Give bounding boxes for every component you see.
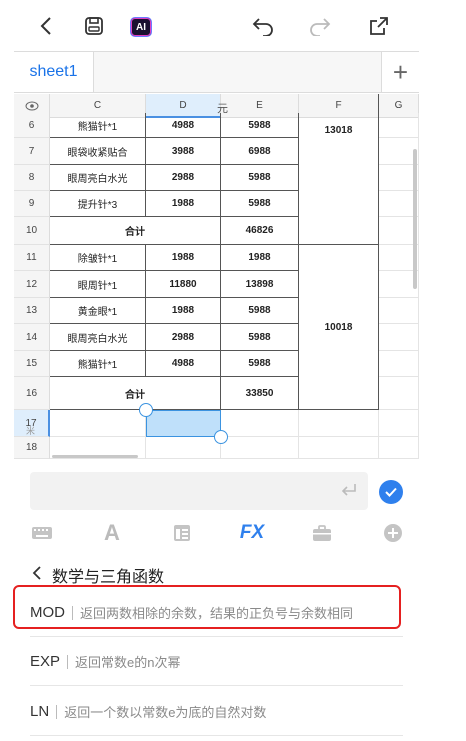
cell-c9[interactable]: 提升针*3 [50, 191, 146, 217]
function-item-exp[interactable]: EXP 返回常数e的n次幂 [30, 638, 403, 686]
cell-c17[interactable] [50, 410, 146, 437]
row-header-9[interactable]: 9 [14, 191, 50, 217]
cell-f-merged-2[interactable]: 10018 [299, 245, 379, 410]
cell-g6[interactable] [379, 113, 419, 138]
return-icon[interactable] [340, 482, 358, 503]
cell-d14[interactable]: 2988 [146, 324, 221, 351]
function-item-ln[interactable]: LN 返回一个数以常数e为底的自然对数 [30, 688, 403, 736]
keyboard-icon[interactable] [30, 519, 54, 547]
cell-c6[interactable]: 熊猫针*1 [50, 113, 146, 138]
cell-g15[interactable] [379, 351, 419, 377]
cell-c7[interactable]: 眼袋收紧贴合 [50, 138, 146, 165]
cell-e15[interactable]: 5988 [221, 351, 299, 377]
selected-cell-d17[interactable] [146, 410, 221, 437]
cell-f18[interactable] [299, 437, 379, 459]
save-icon[interactable] [80, 12, 108, 40]
row-header-15[interactable]: 15 [14, 351, 50, 377]
row-header-14[interactable]: 14 [14, 324, 50, 351]
cell-c13[interactable]: 黄金眼*1 [50, 298, 146, 324]
selection-handle-bottom-right[interactable] [214, 430, 228, 444]
function-description: 返回常数e的n次幂 [75, 655, 181, 670]
add-circle-icon[interactable] [382, 519, 404, 547]
row-header-8[interactable]: 8 [14, 165, 50, 191]
redo-icon[interactable] [306, 12, 334, 40]
function-tab[interactable]: FX [239, 519, 265, 547]
cell-d15[interactable]: 4988 [146, 351, 221, 377]
undo-icon[interactable] [249, 12, 277, 40]
cell-e9[interactable]: 5988 [221, 191, 299, 217]
cell-e17[interactable] [221, 410, 299, 437]
add-sheet-button[interactable]: + [381, 52, 419, 92]
cell-g13[interactable] [379, 298, 419, 324]
cell-f-merged-1[interactable]: 13018 [299, 94, 379, 245]
horizontal-scrollbar[interactable] [52, 455, 138, 458]
chevron-left-icon[interactable] [32, 12, 60, 40]
cell-d18[interactable] [146, 437, 221, 459]
cell-e12[interactable]: 13898 [221, 271, 299, 298]
cell-c15[interactable]: 熊猫针*1 [50, 351, 146, 377]
toolbox-icon[interactable] [311, 519, 333, 547]
function-description: 返回一个数以常数e为底的自然对数 [64, 705, 267, 720]
cell-d8[interactable]: 2988 [146, 165, 221, 191]
cell-d7[interactable]: 3988 [146, 138, 221, 165]
cell-g14[interactable] [379, 324, 419, 351]
row-header-13[interactable]: 13 [14, 298, 50, 324]
cell-format-icon[interactable] [172, 519, 192, 547]
function-category-title: 数学与三角函数 [52, 569, 165, 586]
text-format-icon[interactable]: A [101, 519, 123, 547]
cell-e14[interactable]: 5988 [221, 324, 299, 351]
row-header-7[interactable]: 7 [14, 138, 50, 165]
row-header-18[interactable]: 18 [14, 437, 50, 459]
cell-e11[interactable]: 1988 [221, 245, 299, 271]
cell-d13[interactable]: 1988 [146, 298, 221, 324]
share-icon[interactable] [365, 12, 393, 40]
cell-c14[interactable]: 眼周亮白水光 [50, 324, 146, 351]
cell-g18[interactable] [379, 437, 419, 459]
cell-c16[interactable]: 合计 [50, 377, 221, 410]
tab-sheet1[interactable]: sheet1 [14, 52, 94, 92]
cell-e16[interactable]: 33850 [221, 377, 299, 410]
confirm-button[interactable] [379, 480, 403, 504]
row-header-6[interactable]: 6 [14, 113, 50, 138]
cell-c10[interactable]: 合计 [50, 217, 221, 245]
cell-e6[interactable]: 5988 [221, 113, 299, 138]
cell-d11[interactable]: 1988 [146, 245, 221, 271]
check-icon [385, 487, 397, 497]
ai-badge[interactable]: AI [130, 17, 152, 37]
cell-e13[interactable]: 5988 [221, 298, 299, 324]
row-17-glyph: 米 [26, 426, 36, 436]
cell-d6[interactable]: 4988 [146, 113, 221, 138]
cell-d9[interactable]: 1988 [146, 191, 221, 217]
row-header-12[interactable]: 12 [14, 271, 50, 298]
divider [67, 654, 69, 669]
cell-c12[interactable]: 眼周针*1 [50, 271, 146, 298]
row-header-10[interactable]: 10 [14, 217, 50, 245]
cell-c11[interactable]: 除皱针*1 [50, 245, 146, 271]
eye-icon [25, 101, 38, 110]
cell-c8[interactable]: 眼周亮白水光 [50, 165, 146, 191]
cell-d12[interactable]: 11880 [146, 271, 221, 298]
selection-handle-top-left[interactable] [139, 403, 153, 417]
function-name: EXP [30, 653, 61, 670]
top-toolbar: AI [0, 0, 466, 52]
highlight-annotation [13, 585, 401, 629]
cell-e18[interactable] [221, 437, 299, 459]
chevron-left-icon[interactable] [32, 564, 42, 587]
divider [56, 704, 58, 719]
cell-e8[interactable]: 5988 [221, 165, 299, 191]
vertical-scrollbar[interactable] [413, 149, 417, 289]
row-header-16[interactable]: 16 [14, 377, 50, 410]
cell-f17[interactable] [299, 410, 379, 437]
formula-input[interactable] [30, 472, 368, 510]
edit-toolbar: A FX [0, 515, 466, 551]
row-header-11[interactable]: 11 [14, 245, 50, 271]
cell-e7[interactable]: 6988 [221, 138, 299, 165]
sheet-tab-bar: sheet1 + [14, 51, 419, 93]
cell-g16[interactable] [379, 377, 419, 410]
cell-e10[interactable]: 46826 [221, 217, 299, 245]
function-name: LN [30, 703, 50, 720]
spreadsheet-grid[interactable]: C D E F G 元 6 熊猫针*1 4988 5988 7 眼袋收紧贴合 3988 6988 8 眼周亮白… [14, 94, 419, 462]
cell-g17[interactable] [379, 410, 419, 437]
